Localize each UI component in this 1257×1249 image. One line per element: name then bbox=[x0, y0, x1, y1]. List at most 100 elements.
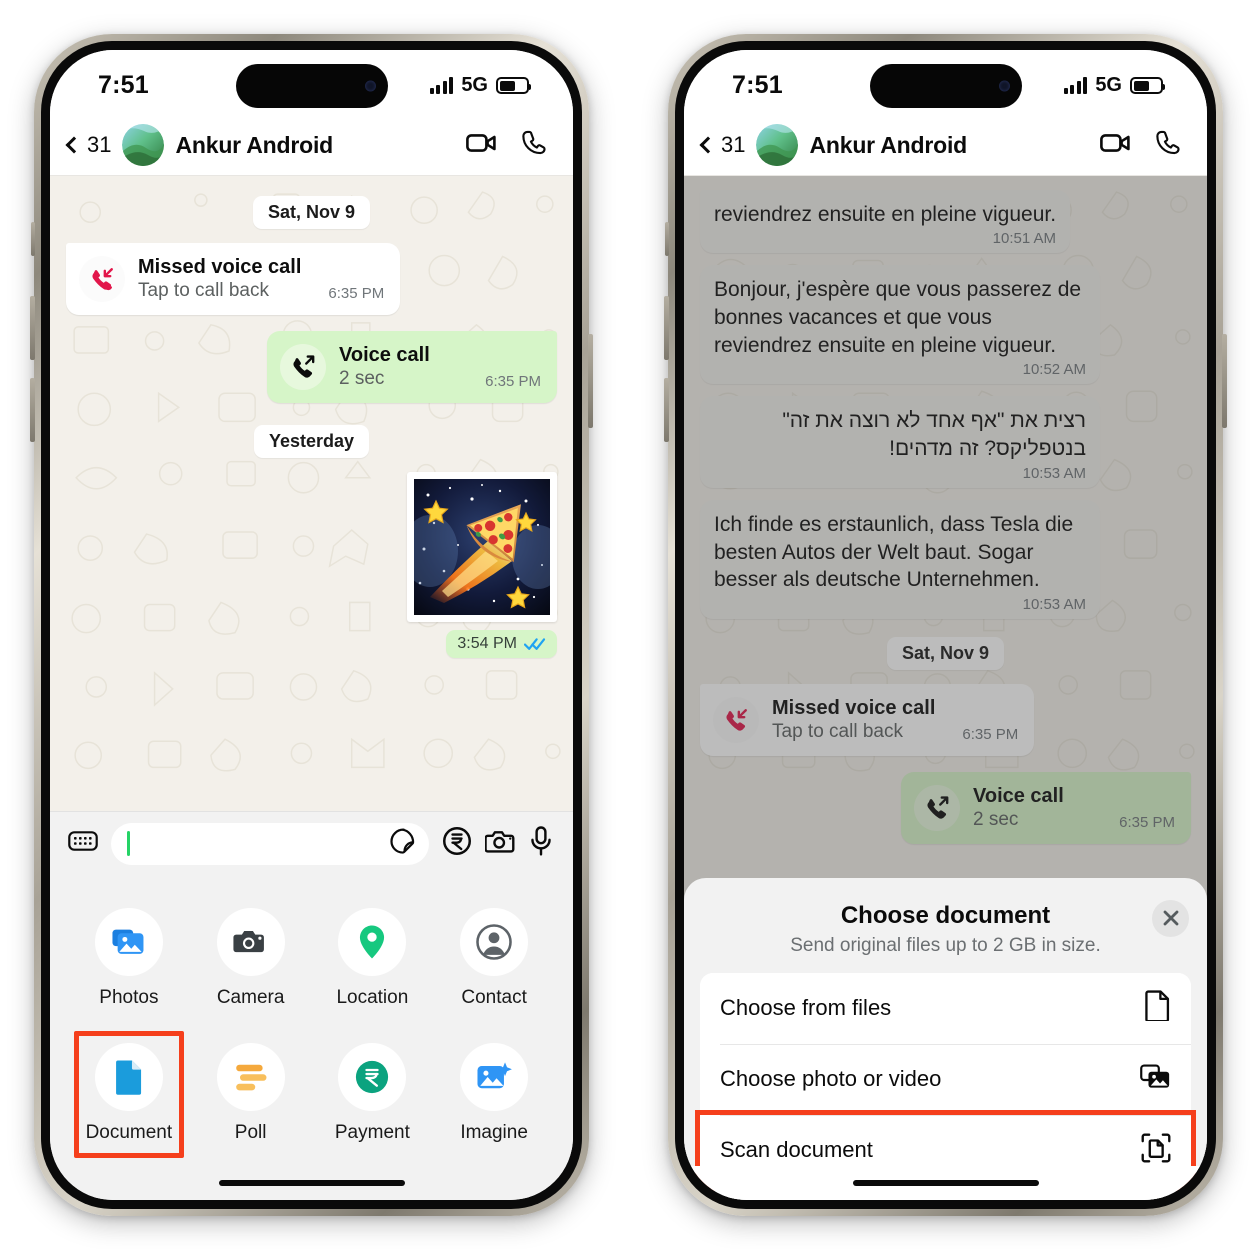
sheet-option-list: Choose from files Choose photo or video bbox=[695, 972, 1196, 1191]
attach-label: Contact bbox=[461, 986, 527, 1008]
signal-bars-icon bbox=[1063, 77, 1088, 94]
home-indicator-area bbox=[684, 1165, 1207, 1200]
attach-document[interactable]: Document bbox=[68, 1030, 190, 1158]
keyboard-icon[interactable] bbox=[68, 829, 98, 858]
attach-photos[interactable]: Photos bbox=[68, 898, 190, 1019]
silent-switch[interactable] bbox=[665, 221, 669, 256]
missed-call-icon bbox=[713, 696, 759, 743]
outgoing-call-icon bbox=[914, 784, 960, 831]
message-sticker[interactable] bbox=[66, 471, 564, 622]
call-title: Missed voice call bbox=[772, 696, 936, 719]
message-missed-call[interactable]: Missed voice call Tap to call back 6:35 … bbox=[66, 242, 557, 315]
attach-contact[interactable]: Contact bbox=[433, 898, 555, 1019]
right-phone-bezel: 7:51 5G 31 Ankur Android reviendrez ensu… bbox=[675, 40, 1216, 1209]
power-button[interactable] bbox=[1222, 333, 1227, 428]
contact-icon bbox=[460, 907, 529, 976]
rupee-icon[interactable] bbox=[442, 826, 472, 861]
volume-up-button[interactable] bbox=[30, 295, 35, 360]
left-chat-header: 31 Ankur Android bbox=[50, 115, 573, 176]
message-text[interactable]: Ich finde es erstaunlich, dass Tesla die… bbox=[700, 499, 1191, 619]
message-body: reviendrez ensuite en pleine vigueur. bbox=[714, 202, 1057, 226]
attach-imagine[interactable]: Imagine bbox=[433, 1033, 555, 1154]
attach-location[interactable]: Location bbox=[312, 898, 434, 1019]
volume-down-button[interactable] bbox=[664, 377, 669, 442]
message-text[interactable]: Bonjour, j'espère que vous passerez de b… bbox=[700, 265, 1191, 385]
attach-label: Document bbox=[85, 1121, 173, 1143]
message-text[interactable]: רצית את "אף אחד לא רוצה את זה" בנטפליקס?… bbox=[700, 396, 1191, 488]
header-actions bbox=[466, 129, 547, 161]
text-caret bbox=[127, 831, 130, 856]
call-title: Voice call bbox=[973, 784, 1064, 807]
day-separator-label: Yesterday bbox=[253, 424, 370, 458]
header-actions bbox=[1100, 129, 1181, 161]
scan-document-icon bbox=[1141, 1133, 1171, 1168]
volume-up-button[interactable] bbox=[664, 295, 669, 360]
back-button[interactable]: 31 bbox=[699, 132, 745, 158]
double-check-blue-icon bbox=[524, 637, 546, 651]
left-phone-bezel: 7:51 5G 31 Ankur Android Sat, Nov 9 Miss… bbox=[41, 40, 582, 1209]
signal-bars-icon bbox=[429, 77, 454, 94]
message-time: 10:53 AM bbox=[1022, 464, 1086, 482]
chevron-left-icon bbox=[699, 136, 717, 154]
sheet-row-label: Choose from files bbox=[720, 995, 892, 1020]
back-button[interactable]: 31 bbox=[65, 132, 111, 158]
pizza-comet-sticker[interactable] bbox=[402, 471, 564, 622]
sheet-row-choose-from-files[interactable]: Choose from files bbox=[700, 972, 1191, 1044]
day-separator-label: Sat, Nov 9 bbox=[252, 195, 371, 229]
sticker-icon[interactable] bbox=[388, 827, 416, 860]
sheet-row-label: Scan document bbox=[720, 1137, 873, 1162]
dynamic-island bbox=[235, 63, 388, 108]
camera-icon bbox=[216, 907, 285, 976]
close-x-icon[interactable] bbox=[1152, 899, 1189, 937]
message-voice-call[interactable]: Voice call 2 sec 6:35 PM bbox=[66, 330, 557, 403]
call-title: Missed voice call bbox=[138, 255, 302, 278]
video-camera-icon[interactable] bbox=[466, 132, 496, 159]
phone-handset-icon[interactable] bbox=[1154, 129, 1181, 161]
silent-switch[interactable] bbox=[31, 221, 35, 256]
day-separator: Sat, Nov 9 bbox=[700, 636, 1191, 670]
home-indicator[interactable] bbox=[852, 1179, 1039, 1186]
outgoing-call-icon bbox=[280, 343, 326, 390]
camera-icon[interactable] bbox=[484, 828, 516, 859]
volume-down-button[interactable] bbox=[30, 377, 35, 442]
right-message-list: reviendrez ensuite en pleine vigueur. 10… bbox=[700, 189, 1191, 860]
message-input-field[interactable] bbox=[111, 822, 429, 865]
message-text[interactable]: reviendrez ensuite en pleine vigueur. 10… bbox=[700, 189, 1191, 254]
attachment-panel: Photos Camera Location Contact Document … bbox=[50, 875, 573, 1166]
sheet-row-choose-photo-or-video[interactable]: Choose photo or video bbox=[700, 1043, 1191, 1115]
choose-document-sheet: Choose document Send original files up t… bbox=[684, 877, 1207, 1200]
home-indicator[interactable] bbox=[218, 1179, 405, 1186]
message-time: 6:35 PM bbox=[962, 725, 1019, 743]
contact-name[interactable]: Ankur Android bbox=[175, 132, 333, 159]
microphone-icon[interactable] bbox=[529, 826, 553, 861]
call-subtitle: 2 sec bbox=[973, 808, 1019, 830]
right-phone-screen: 7:51 5G 31 Ankur Android reviendrez ensu… bbox=[684, 49, 1207, 1200]
left-phone-frame: 7:51 5G 31 Ankur Android Sat, Nov 9 Miss… bbox=[30, 33, 593, 1216]
attach-label: Payment bbox=[334, 1121, 410, 1143]
right-phone-frame: 7:51 5G 31 Ankur Android reviendrez ensu… bbox=[664, 33, 1227, 1216]
network-label: 5G bbox=[1095, 74, 1122, 96]
attach-payment[interactable]: Payment bbox=[312, 1033, 434, 1154]
attach-camera[interactable]: Camera bbox=[190, 898, 312, 1019]
message-missed-call[interactable]: Missed voice call Tap to call back 6:35 … bbox=[700, 683, 1191, 756]
message-time: 10:52 AM bbox=[1022, 361, 1086, 379]
contact-avatar[interactable] bbox=[122, 124, 165, 166]
phone-handset-icon[interactable] bbox=[520, 129, 547, 161]
payment-rupee-icon bbox=[338, 1042, 407, 1111]
sheet-title: Choose document bbox=[840, 901, 1051, 929]
message-voice-call[interactable]: Voice call 2 sec 6:35 PM bbox=[700, 771, 1191, 844]
location-pin-icon bbox=[338, 907, 407, 976]
contact-avatar[interactable] bbox=[756, 124, 799, 166]
message-body: Bonjour, j'espère que vous passerez de b… bbox=[714, 278, 1082, 357]
power-button[interactable] bbox=[588, 333, 593, 428]
call-subtitle: 2 sec bbox=[339, 367, 385, 389]
contact-name[interactable]: Ankur Android bbox=[809, 132, 967, 159]
video-camera-icon[interactable] bbox=[1100, 132, 1130, 159]
sheet-subtitle: Send original files up to 2 GB in size. bbox=[790, 934, 1101, 956]
sticker-meta: 3:54 PM bbox=[66, 629, 557, 658]
message-time: 10:53 AM bbox=[1022, 595, 1086, 613]
attach-poll[interactable]: Poll bbox=[190, 1033, 312, 1154]
missed-call-icon bbox=[79, 255, 125, 302]
attach-label: Imagine bbox=[460, 1121, 528, 1143]
file-icon bbox=[1144, 990, 1171, 1026]
